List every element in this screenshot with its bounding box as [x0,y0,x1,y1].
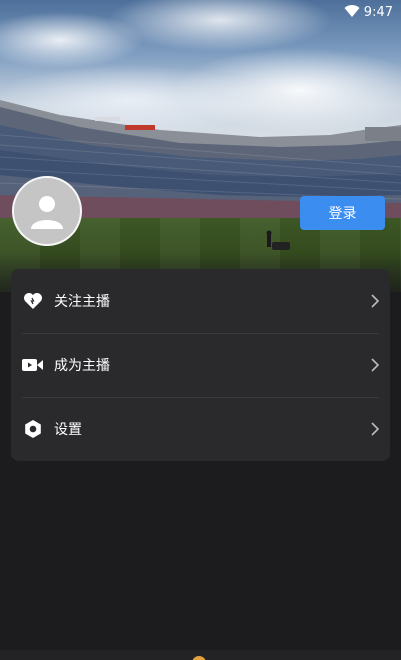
menu-item-settings[interactable]: 设置 [11,397,390,461]
login-button[interactable]: 登录 [300,196,385,230]
avatar[interactable] [12,176,82,246]
chevron-right-icon [371,422,380,436]
gear-icon [22,418,44,440]
menu-card: 关注主播 成为主播 设置 [11,269,390,461]
menu-item-label: 关注主播 [54,294,110,310]
menu-item-label: 设置 [54,422,82,438]
profile-header [0,0,401,292]
default-user-icon [31,196,63,229]
menu-item-label: 成为主播 [54,358,110,374]
status-time: 9:47 [363,4,393,20]
menu-item-become-anchor[interactable]: 成为主播 [11,333,390,397]
status-bar: 9:47 [344,0,393,24]
video-camera-icon [22,354,44,376]
heart-icon [22,290,44,312]
menu-item-follow-anchor[interactable]: 关注主播 [11,269,390,333]
chevron-right-icon [371,294,380,308]
chevron-right-icon [371,358,380,372]
wifi-icon [344,3,360,22]
